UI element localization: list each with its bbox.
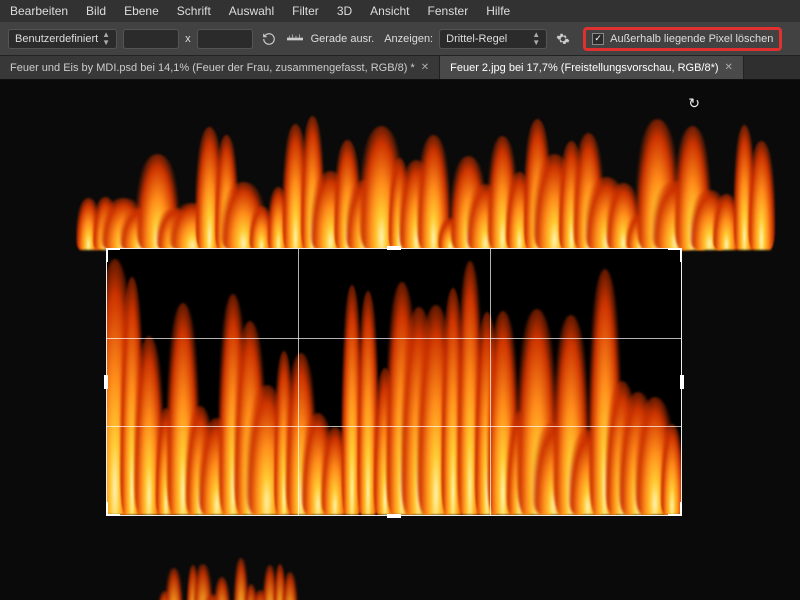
image-content-below: [160, 550, 400, 600]
crop-handle-bottom-left[interactable]: [106, 502, 108, 516]
close-icon[interactable]: ✕: [725, 62, 733, 73]
crop-handle-left[interactable]: [104, 375, 108, 389]
close-icon[interactable]: ✕: [421, 62, 429, 73]
menu-view[interactable]: Ansicht: [370, 4, 409, 18]
delete-outside-pixels-checkbox[interactable]: ✓: [592, 33, 604, 45]
menu-select[interactable]: Auswahl: [229, 4, 274, 18]
crop-width-input[interactable]: [123, 29, 179, 49]
crop-grid-line: [107, 338, 681, 339]
reset-icon[interactable]: [259, 29, 279, 49]
menu-type[interactable]: Schrift: [177, 4, 211, 18]
crop-options-bar: Benutzerdefiniert ▲▼ x Gerade ausr. Anze…: [0, 22, 800, 56]
crop-handle-top[interactable]: [387, 246, 401, 250]
rotate-cursor-icon: ↻: [688, 95, 700, 112]
menu-bar: Bearbeiten Bild Ebene Schrift Auswahl Fi…: [0, 0, 800, 22]
crop-height-input[interactable]: [197, 29, 253, 49]
document-tab-1[interactable]: Feuer und Eis by MDI.psd bei 14,1% (Feue…: [0, 56, 440, 79]
menu-image[interactable]: Bild: [86, 4, 106, 18]
canvas[interactable]: ↻: [0, 80, 800, 600]
image-content-cropped: [107, 249, 681, 515]
dropdown-arrows-icon: ▲▼: [102, 31, 110, 47]
image-content-background: [80, 100, 770, 250]
guide-overlay-value: Drittel-Regel: [446, 33, 507, 45]
document-tab-bar: Feuer und Eis by MDI.psd bei 14,1% (Feue…: [0, 56, 800, 80]
crop-grid-line: [298, 249, 299, 515]
menu-window[interactable]: Fenster: [428, 4, 469, 18]
menu-edit[interactable]: Bearbeiten: [10, 4, 68, 18]
settings-gear-icon[interactable]: [553, 29, 573, 49]
delete-outside-pixels-label: Außerhalb liegende Pixel löschen: [610, 33, 773, 45]
crop-preset-select[interactable]: Benutzerdefiniert ▲▼: [8, 29, 117, 49]
crop-handle-bottom-left[interactable]: [106, 514, 120, 516]
document-tab-1-label: Feuer und Eis by MDI.psd bei 14,1% (Feue…: [10, 62, 415, 74]
menu-filter[interactable]: Filter: [292, 4, 319, 18]
crop-handle-bottom[interactable]: [387, 514, 401, 518]
guide-overlay-select[interactable]: Drittel-Regel ▲▼: [439, 29, 547, 49]
menu-layer[interactable]: Ebene: [124, 4, 159, 18]
show-label: Anzeigen:: [384, 33, 433, 45]
straighten-icon[interactable]: [285, 29, 305, 49]
crop-handle-bottom-right[interactable]: [680, 502, 682, 516]
crop-handle-right[interactable]: [680, 375, 684, 389]
dimension-separator: x: [185, 33, 191, 45]
crop-grid-line: [490, 249, 491, 515]
crop-handle-top-left[interactable]: [106, 248, 108, 262]
crop-handle-top-right[interactable]: [680, 248, 682, 262]
crop-selection[interactable]: [106, 248, 682, 516]
document-tab-2-label: Feuer 2.jpg bei 17,7% (Freistellungsvors…: [450, 62, 718, 74]
crop-grid-line: [107, 426, 681, 427]
menu-3d[interactable]: 3D: [337, 4, 352, 18]
document-tab-2[interactable]: Feuer 2.jpg bei 17,7% (Freistellungsvors…: [440, 56, 744, 79]
delete-outside-pixels-option: ✓ Außerhalb liegende Pixel löschen: [583, 27, 782, 51]
crop-preset-value: Benutzerdefiniert: [15, 33, 98, 45]
crop-handle-top-left[interactable]: [106, 248, 120, 250]
dropdown-arrows-icon: ▲▼: [532, 31, 540, 47]
menu-help[interactable]: Hilfe: [486, 4, 510, 18]
straighten-label[interactable]: Gerade ausr.: [311, 33, 375, 45]
